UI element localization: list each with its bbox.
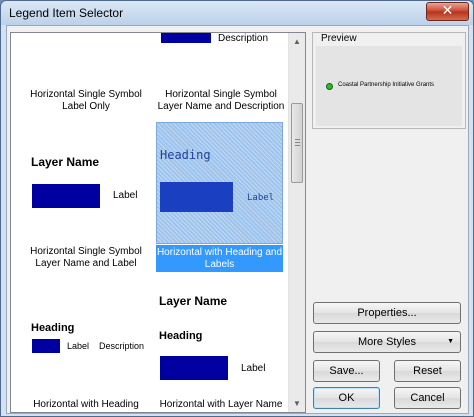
patch-label: Label: [241, 363, 266, 374]
heading-sample: Heading: [159, 330, 203, 342]
gallery-scrollbar[interactable]: ▲ ▼: [288, 33, 305, 412]
heading-sample: Heading: [31, 322, 75, 334]
more-styles-button[interactable]: More Styles ▼: [313, 331, 461, 353]
legend-item-selector-window: Legend Item Selector ✕ Description Horiz…: [0, 0, 474, 417]
chevron-down-icon: ▼: [447, 338, 454, 345]
style-gallery[interactable]: Description Horizontal Single Symbol Lab…: [10, 32, 306, 413]
save-button[interactable]: Save...: [313, 360, 380, 382]
reset-button[interactable]: Reset: [394, 360, 461, 382]
preview-pane: Coastal Partnership Initiative Grants: [316, 46, 462, 126]
scroll-down-arrow-icon[interactable]: ▼: [289, 395, 305, 412]
patch-swatch: [32, 339, 60, 353]
patch-label: Label: [247, 193, 275, 203]
gallery-item-caption: Horizontal with Heading and Labels: [156, 245, 283, 272]
layer-name-sample: Layer Name: [159, 294, 228, 308]
close-button[interactable]: ✕: [426, 2, 469, 21]
patch-swatch: [160, 356, 228, 380]
layer-name-sample: Layer Name: [31, 155, 100, 169]
cancel-button[interactable]: Cancel: [394, 387, 461, 409]
close-icon: ✕: [441, 3, 454, 19]
scrollbar-thumb[interactable]: [291, 103, 303, 183]
dialog-client-area: Description Horizontal Single Symbol Lab…: [6, 25, 469, 414]
gallery-item-caption: Horizontal Single Symbol Layer Name and …: [157, 89, 285, 112]
patch-description: Description: [99, 341, 145, 351]
patch-swatch: [160, 182, 233, 212]
patch-description: Description: [218, 33, 269, 44]
scroll-up-arrow-icon[interactable]: ▲: [289, 33, 305, 50]
grip-line: [295, 145, 300, 146]
patch-label: Label: [113, 190, 138, 201]
preview-group: Preview Coastal Partnership Initiative G…: [312, 32, 466, 129]
preview-title: Preview: [319, 33, 359, 44]
gallery-item-caption: Horizontal with Heading: [33, 399, 139, 410]
gallery-item-caption: Horizontal Single Symbol Label Only: [30, 89, 142, 112]
patch-swatch: [32, 184, 100, 208]
window-title: Legend Item Selector: [9, 6, 124, 20]
ok-button[interactable]: OK: [313, 387, 380, 409]
grip-line: [295, 139, 300, 140]
properties-button[interactable]: Properties...: [313, 302, 461, 324]
title-bar[interactable]: Legend Item Selector ✕: [1, 1, 473, 25]
gallery-item-caption: Horizontal with Layer Name: [159, 399, 283, 410]
legend-symbol-icon: [326, 83, 333, 90]
heading-sample: Heading: [160, 148, 211, 162]
patch-swatch: [161, 33, 211, 43]
more-styles-label: More Styles: [357, 336, 417, 348]
grip-line: [295, 142, 300, 143]
gallery-item-caption: Horizontal Single Symbol Layer Name and …: [30, 246, 142, 269]
preview-legend-text: Coastal Partnership Initiative Grants: [338, 82, 435, 88]
patch-label: Label: [67, 341, 90, 351]
